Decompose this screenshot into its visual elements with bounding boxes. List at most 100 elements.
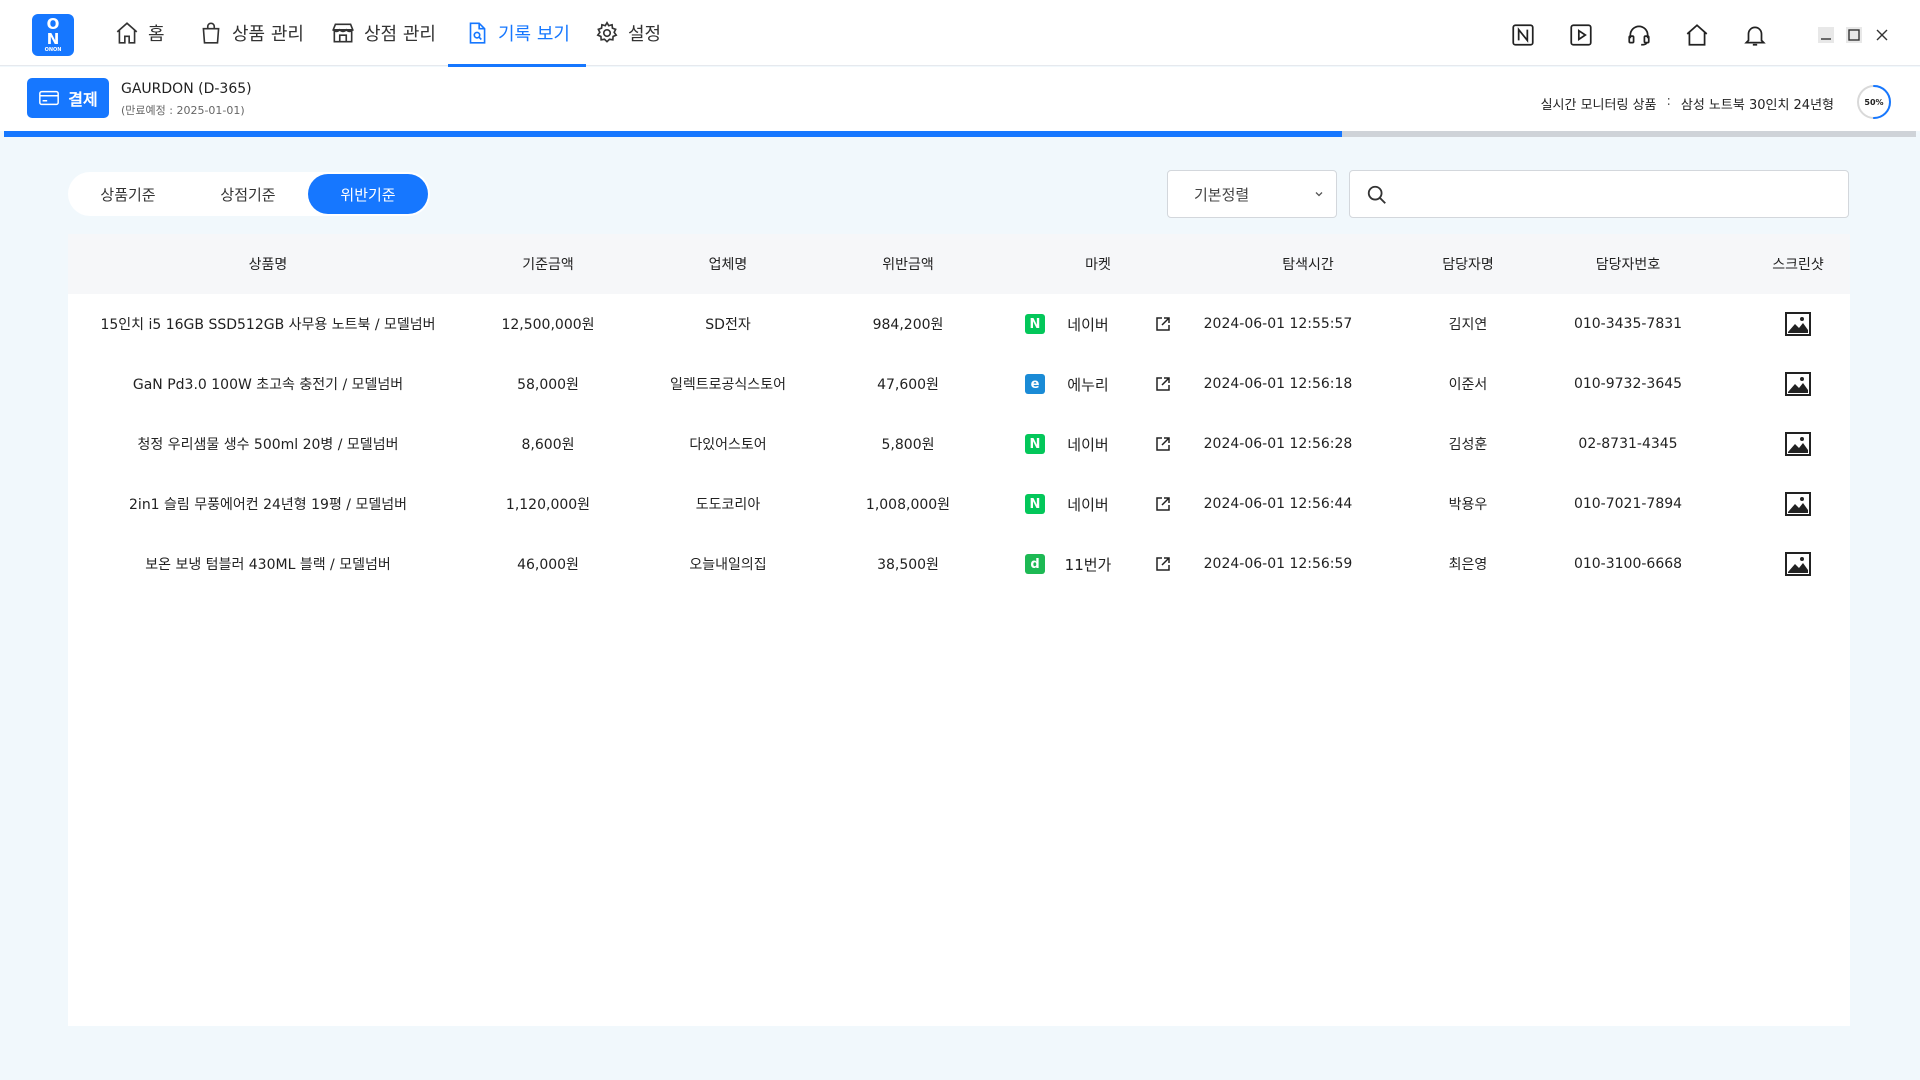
cell-manager: 이준서 — [1448, 377, 1488, 393]
sort-dropdown-value: 기본정렬 — [1194, 185, 1250, 204]
external-link-icon[interactable] — [1154, 435, 1172, 453]
cell-manager-phone: 010-7021-7894 — [1573, 496, 1683, 512]
cell-company: 다있어스토어 — [689, 437, 767, 453]
credit-card-icon — [39, 90, 60, 106]
monitoring-progress-fill — [4, 131, 1343, 137]
cell-manager: 김지연 — [1448, 317, 1488, 333]
home-icon[interactable] — [1684, 22, 1710, 48]
payment-button[interactable]: 결제 — [27, 78, 109, 118]
cell-manager: 최은영 — [1448, 557, 1488, 573]
nav-history-label: 기록 보기 — [498, 24, 570, 45]
cell-scan-time: 2024-06-01 12:55:57 — [1203, 316, 1353, 332]
cell-scan-time: 2024-06-01 12:56:28 — [1203, 436, 1353, 452]
cell-base-price: 58,000원 — [517, 377, 579, 393]
cell-violation-price: 38,500원 — [877, 557, 939, 573]
image-icon[interactable] — [1785, 552, 1811, 576]
cell-product-name: 보온 보냉 텀블러 430ML 블랙 / 모델넘버 — [145, 557, 391, 573]
naver-n-icon[interactable] — [1510, 22, 1536, 48]
cell-base-price: 8,600원 — [521, 437, 575, 453]
cell-market: 네이버 — [1067, 435, 1109, 454]
cell-company: 도도코리아 — [695, 497, 761, 513]
header-market: 마켓 — [1085, 257, 1111, 273]
search-box — [1349, 170, 1849, 218]
table-row[interactable]: 15인치 i5 16GB SSD512GB 사무용 노트북 / 모델넘버 12,5… — [68, 294, 1850, 354]
cell-company: SD전자 — [705, 317, 751, 333]
market-logo-icon: N — [1025, 434, 1045, 454]
cell-violation-price: 5,800원 — [881, 437, 935, 453]
header-product-name: 상품명 — [248, 257, 288, 273]
cell-base-price: 46,000원 — [517, 557, 579, 573]
monitoring-label: 실시간 모니터링 상품 — [1540, 98, 1657, 113]
cell-product-name: 청정 우리샘물 생수 500ml 20병 / 모델넘버 — [137, 437, 399, 453]
chevron-down-icon — [1315, 192, 1323, 197]
maximize-icon[interactable] — [1845, 26, 1863, 44]
tab-by-store[interactable]: 상점기준 — [188, 174, 308, 214]
nav-history[interactable]: 기록 보기 — [448, 0, 586, 67]
market-logo-icon: d — [1025, 554, 1045, 574]
cell-market: 에누리 — [1067, 375, 1109, 394]
cell-base-price: 1,120,000원 — [505, 497, 591, 513]
cell-market: 네이버 — [1067, 495, 1109, 514]
external-link-icon[interactable] — [1154, 315, 1172, 333]
image-icon[interactable] — [1785, 312, 1811, 336]
cell-product-name: 15인치 i5 16GB SSD512GB 사무용 노트북 / 모델넘버 — [100, 317, 436, 333]
home-outline-icon — [116, 22, 138, 44]
nav-store-management-label: 상점 관리 — [364, 24, 436, 45]
monitoring-separator: : — [1666, 94, 1671, 109]
image-icon[interactable] — [1785, 492, 1811, 516]
cell-manager-phone: 02-8731-4345 — [1578, 436, 1678, 452]
account-name: GAURDON (D-365) — [121, 81, 252, 97]
app-logo[interactable]: O N ONON — [32, 14, 74, 56]
cell-manager: 박용우 — [1448, 497, 1488, 513]
tab-by-product[interactable]: 상품기준 — [68, 174, 188, 214]
gear-icon — [596, 21, 618, 43]
gauge-percent: 50% — [1864, 98, 1883, 107]
header-violation-price: 위반금액 — [882, 257, 934, 273]
table-row[interactable]: 청정 우리샘물 생수 500ml 20병 / 모델넘버 8,600원 다있어스토어 5… — [68, 414, 1850, 474]
header-company: 업체명 — [708, 257, 748, 273]
nav-home-label: 홈 — [148, 24, 165, 45]
header-manager: 담당자명 — [1442, 257, 1494, 273]
header-base-price: 기준금액 — [522, 257, 574, 273]
cell-company: 오늘내일의집 — [689, 557, 767, 573]
image-icon[interactable] — [1785, 372, 1811, 396]
shopping-bag-icon — [202, 22, 220, 44]
cell-violation-price: 984,200원 — [872, 317, 944, 333]
payment-button-label: 결제 — [68, 90, 98, 109]
table-row[interactable]: 2in1 슬림 무풍에어컨 24년형 19평 / 모델넘버 1,120,000원 도… — [68, 474, 1850, 534]
sort-dropdown[interactable]: 기본정렬 — [1167, 170, 1337, 218]
nav-settings[interactable]: 설정 — [594, 0, 661, 66]
store-icon — [332, 23, 354, 43]
cell-company: 일렉트로공식스토어 — [670, 377, 786, 393]
external-link-icon[interactable] — [1154, 555, 1172, 573]
monitoring-progress-bar — [4, 131, 1916, 137]
header-screenshot: 스크린샷 — [1772, 257, 1824, 273]
table-row[interactable]: 보온 보냉 텀블러 430ML 블랙 / 모델넘버 46,000원 오늘내일의집 38… — [68, 534, 1850, 594]
external-link-icon[interactable] — [1154, 495, 1172, 513]
document-search-icon — [469, 22, 486, 44]
external-link-icon[interactable] — [1154, 375, 1172, 393]
table-row[interactable]: GaN Pd3.0 100W 초고속 충전기 / 모델넘버 58,000원 일렉트로… — [68, 354, 1850, 414]
header-scan-time: 탐색시간 — [1282, 257, 1334, 273]
table-header: 상품명 기준금액 업체명 위반금액 마켓 탐색시간 담당자명 담당자번호 스크린… — [68, 234, 1850, 294]
close-icon[interactable] — [1873, 26, 1891, 44]
header-manager-phone: 담당자번호 — [1595, 257, 1661, 273]
headset-icon[interactable] — [1626, 22, 1652, 48]
cell-manager-phone: 010-9732-3645 — [1573, 376, 1683, 392]
cell-manager-phone: 010-3435-7831 — [1573, 316, 1683, 332]
bell-icon[interactable] — [1742, 22, 1768, 48]
cell-scan-time: 2024-06-01 12:56:44 — [1203, 496, 1353, 512]
cell-market: 네이버 — [1067, 315, 1109, 334]
nav-home[interactable]: 홈 — [114, 0, 165, 66]
violation-table: 상품명 기준금액 업체명 위반금액 마켓 탐색시간 담당자명 담당자번호 스크린… — [68, 234, 1850, 1026]
nav-product-management[interactable]: 상품 관리 — [198, 0, 304, 66]
cell-manager-phone: 010-3100-6668 — [1573, 556, 1683, 572]
minimize-icon[interactable] — [1817, 26, 1835, 44]
tab-by-violation[interactable]: 위반기준 — [308, 174, 428, 214]
play-icon[interactable] — [1568, 22, 1594, 48]
search-input[interactable] — [1402, 177, 1832, 211]
image-icon[interactable] — [1785, 432, 1811, 456]
nav-store-management[interactable]: 상점 관리 — [330, 0, 436, 66]
search-icon[interactable] — [1366, 184, 1388, 206]
market-logo-icon: e — [1025, 374, 1045, 394]
